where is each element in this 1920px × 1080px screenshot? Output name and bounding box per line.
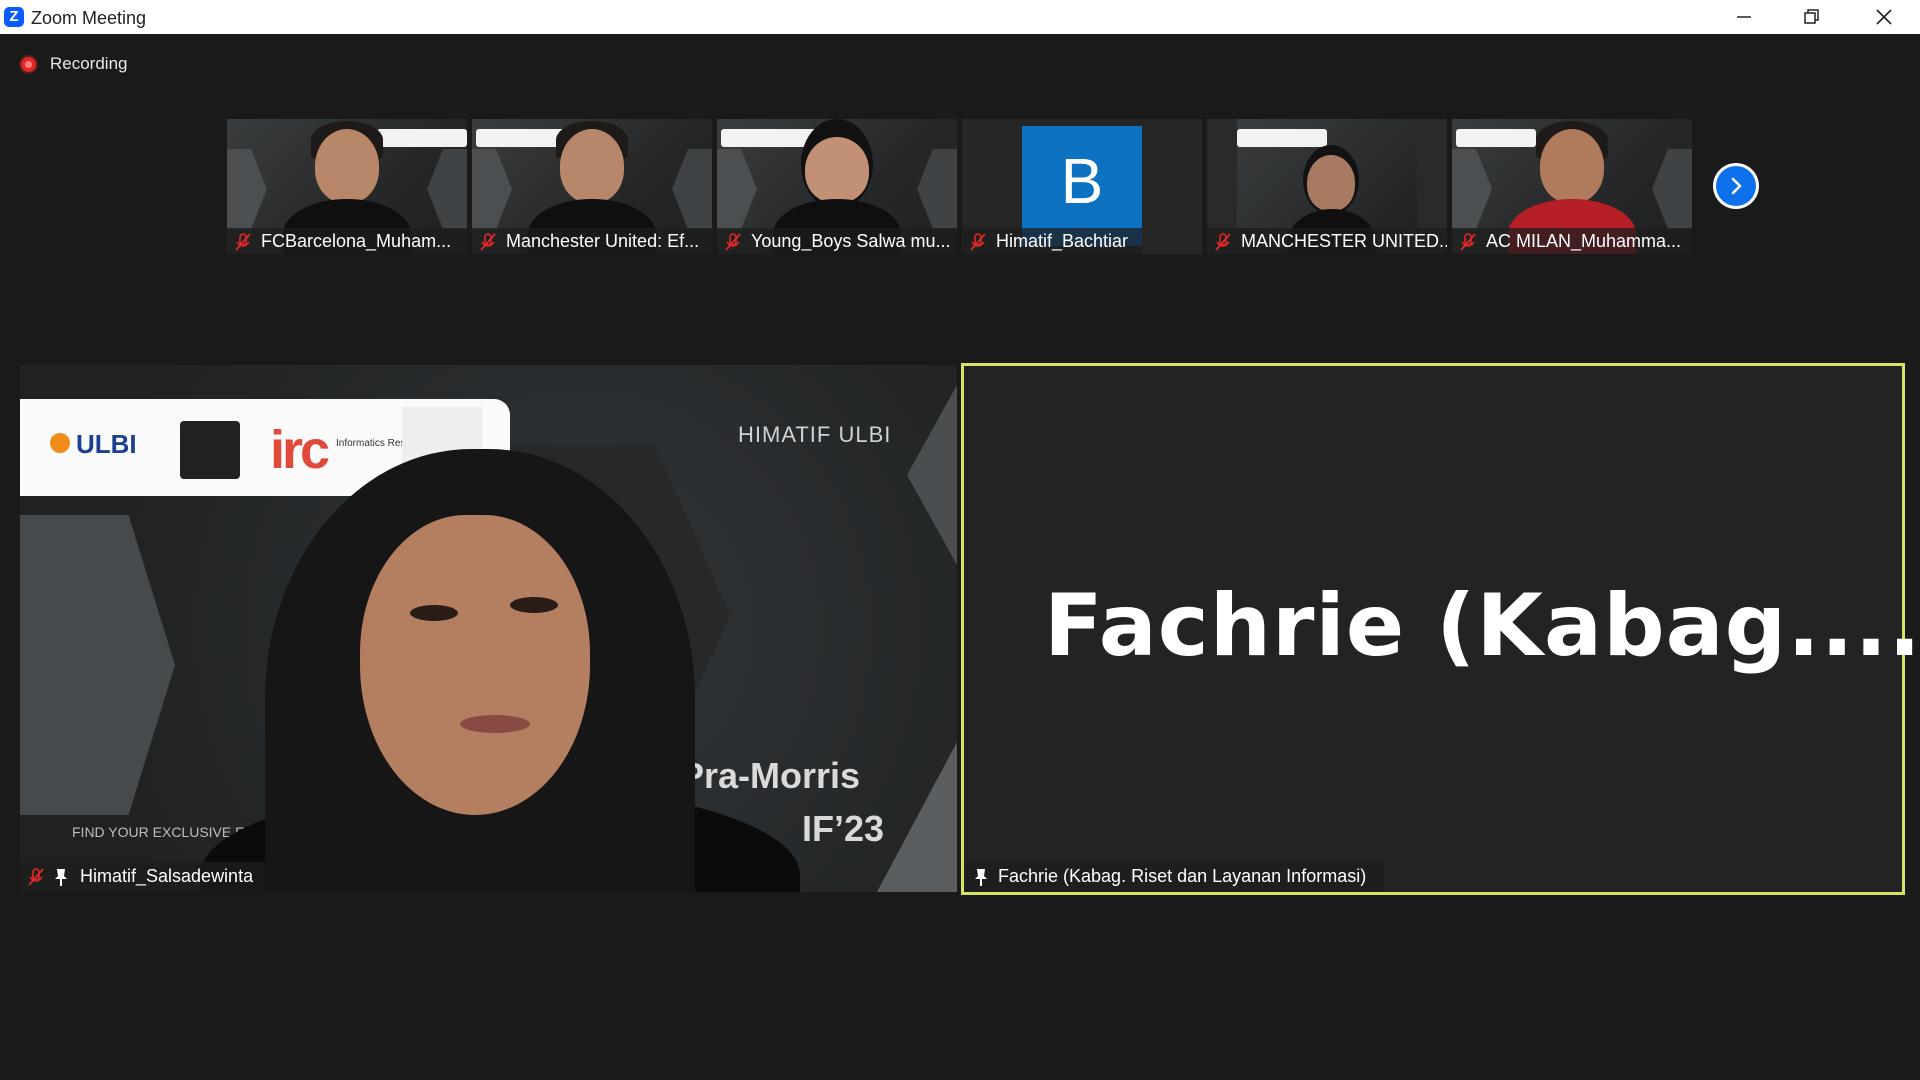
participant-name-bar: Himatif_Salsadewinta — [20, 862, 265, 892]
ulbi-logo: ULBI — [76, 429, 137, 459]
mic-muted-icon — [1460, 233, 1476, 251]
participant-name: Himatif_Bachtiar — [996, 231, 1129, 251]
participant-name: AC MILAN_Muhamma... — [1486, 231, 1682, 251]
participant-name: Young_Boys Salwa mu... — [751, 231, 951, 251]
mic-muted-icon — [1215, 233, 1231, 251]
participant-name: Manchester United: Ef... — [506, 231, 700, 251]
chevron-right-icon — [1731, 177, 1742, 195]
mic-muted-icon — [235, 233, 251, 251]
recording-icon — [21, 57, 36, 72]
participant-name: FCBarcelona_Muham... — [261, 231, 452, 251]
next-page-button[interactable] — [1713, 163, 1759, 209]
window-title: Zoom Meeting — [31, 8, 147, 28]
title-bar: Z Zoom Meeting — [0, 0, 1920, 34]
himatif-logo — [180, 421, 240, 479]
mic-muted-icon — [28, 868, 44, 886]
video-tile-himatif-salsadewinta[interactable]: HIMATIF ULBI ULBI irc Informatics Resear… — [20, 365, 957, 892]
mic-muted-icon — [970, 233, 986, 251]
participant-name: Fachrie (Kabag. Riset dan Layanan Inform… — [998, 866, 1367, 886]
participant-thumbnail[interactable]: MANCHESTER UNITED... — [1207, 119, 1447, 254]
participant-thumbnail[interactable]: B Himatif_Bachtiar — [962, 119, 1202, 254]
restore-button[interactable] — [1778, 0, 1846, 34]
participant-display-name: Fachrie (Kabag.... — [1044, 576, 1920, 676]
mic-muted-icon — [480, 233, 496, 251]
background-event-year: IF’23 — [802, 808, 885, 849]
background-title: HIMATIF ULBI — [738, 422, 892, 447]
ulbi-logo-icon — [50, 433, 70, 453]
close-button[interactable] — [1850, 0, 1918, 34]
participant-thumbnail[interactable]: FCBarcelona_Muham... — [227, 119, 467, 254]
zoom-app-icon: Z — [4, 7, 24, 27]
close-icon — [1876, 9, 1892, 25]
recording-label: Recording — [50, 54, 128, 73]
mic-muted-icon — [725, 233, 741, 251]
video-tile-fachrie-active-speaker[interactable]: Fachrie (Kabag.... Fachrie (Kabag. Riset… — [961, 363, 1920, 895]
participant-thumbnail[interactable]: AC MILAN_Muhamma... — [1452, 119, 1692, 254]
pin-icon — [975, 869, 987, 886]
minimize-button[interactable] — [1710, 0, 1778, 34]
pin-icon — [55, 869, 67, 886]
minimize-icon — [1737, 16, 1751, 18]
background-event-name: Pra-Morris — [680, 755, 861, 796]
participant-thumbnail[interactable]: Manchester United: Ef... — [472, 119, 712, 254]
irc-logo: irc — [270, 420, 330, 480]
participant-thumbnail[interactable]: Young_Boys Salwa mu... — [717, 119, 957, 254]
participant-name-bar: Fachrie (Kabag. Riset dan Layanan Inform… — [964, 862, 1384, 892]
restore-icon — [1804, 9, 1819, 24]
participant-name: MANCHESTER UNITED... — [1241, 231, 1447, 251]
participant-name: Himatif_Salsadewinta — [80, 866, 254, 886]
